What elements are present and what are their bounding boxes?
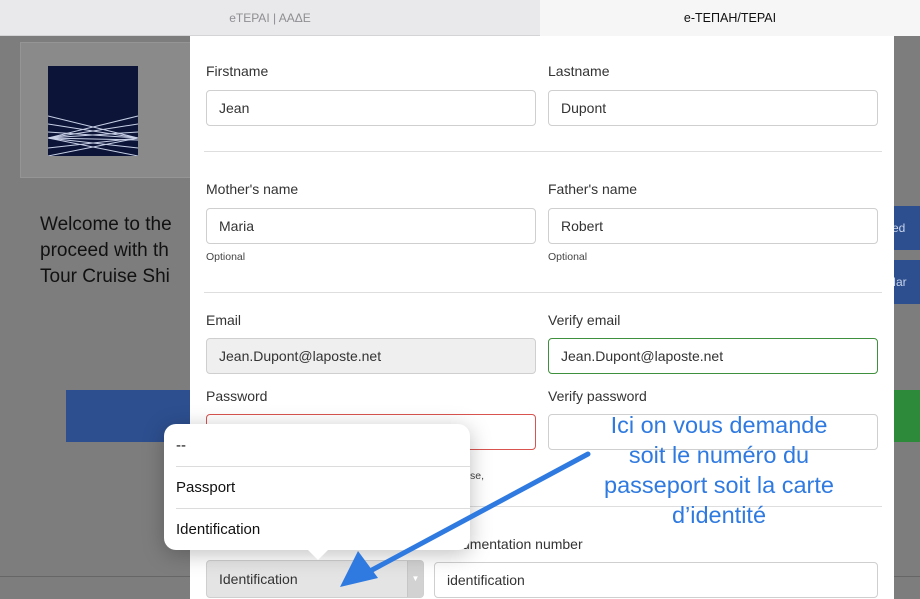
dropdown-divider bbox=[176, 466, 470, 467]
document-type-select[interactable]: Identification ▼ bbox=[206, 560, 424, 598]
chevron-down-icon: ▼ bbox=[407, 561, 423, 597]
lastname-field[interactable]: Dupont bbox=[548, 90, 878, 126]
dropdown-option-passport[interactable]: Passport bbox=[176, 468, 235, 508]
dropdown-option-identification[interactable]: Identification bbox=[176, 510, 260, 550]
mothers-name-help: Optional bbox=[206, 251, 246, 263]
welcome-line: Tour Cruise Shi bbox=[40, 266, 170, 287]
annotation-line: soit le numéro du bbox=[628, 442, 810, 468]
email-label: Email bbox=[206, 312, 242, 328]
welcome-text: Welcome to the proceed with th Tour Crui… bbox=[40, 212, 200, 290]
password-help: se, bbox=[470, 470, 485, 482]
email-field[interactable]: Jean.Dupont@laposte.net bbox=[206, 338, 536, 374]
document-type-dropdown: -- Passport Identification bbox=[164, 424, 470, 560]
annotation-line: Ici on vous demande bbox=[610, 412, 828, 438]
tab-etepai[interactable]: eTEPAI | AAΔE bbox=[0, 0, 540, 36]
annotation-line: passeport soit la carte bbox=[604, 472, 834, 498]
welcome-line: proceed with th bbox=[40, 240, 169, 261]
password-label: Password bbox=[206, 388, 268, 404]
annotation-line: d’identité bbox=[671, 502, 767, 528]
browser-tab-bar: eTEPAI | AAΔE ✕ e-TEΠAH/TEPAI bbox=[0, 0, 920, 36]
annotation-text: Ici on vous demande soit le numéro du pa… bbox=[548, 410, 890, 530]
fathers-name-help: Optional bbox=[548, 251, 588, 263]
document-number-field[interactable]: identification bbox=[434, 562, 878, 598]
mothers-name-label: Mother's name bbox=[206, 181, 299, 197]
fathers-name-field[interactable]: Robert bbox=[548, 208, 878, 244]
fathers-name-label: Father's name bbox=[548, 181, 638, 197]
dropdown-divider bbox=[176, 508, 470, 509]
document-number-label: umentation number bbox=[462, 536, 583, 552]
welcome-line: Welcome to the bbox=[40, 214, 172, 235]
section-divider bbox=[204, 292, 882, 293]
document-type-selected: Identification bbox=[219, 571, 298, 587]
logo-icon bbox=[48, 66, 138, 156]
verify-email-label: Verify email bbox=[548, 312, 621, 328]
verify-password-label: Verify password bbox=[548, 388, 647, 404]
verify-email-field[interactable]: Jean.Dupont@laposte.net bbox=[548, 338, 878, 374]
dropdown-option[interactable]: -- bbox=[176, 426, 186, 466]
popover-tail bbox=[306, 548, 330, 560]
lastname-label: Lastname bbox=[548, 63, 610, 79]
mothers-name-field[interactable]: Maria bbox=[206, 208, 536, 244]
section-divider bbox=[204, 151, 882, 152]
firstname-label: Firstname bbox=[206, 63, 269, 79]
tab-e-tepah[interactable]: e-TEΠAH/TEPAI bbox=[540, 0, 920, 36]
firstname-field[interactable]: Jean bbox=[206, 90, 536, 126]
